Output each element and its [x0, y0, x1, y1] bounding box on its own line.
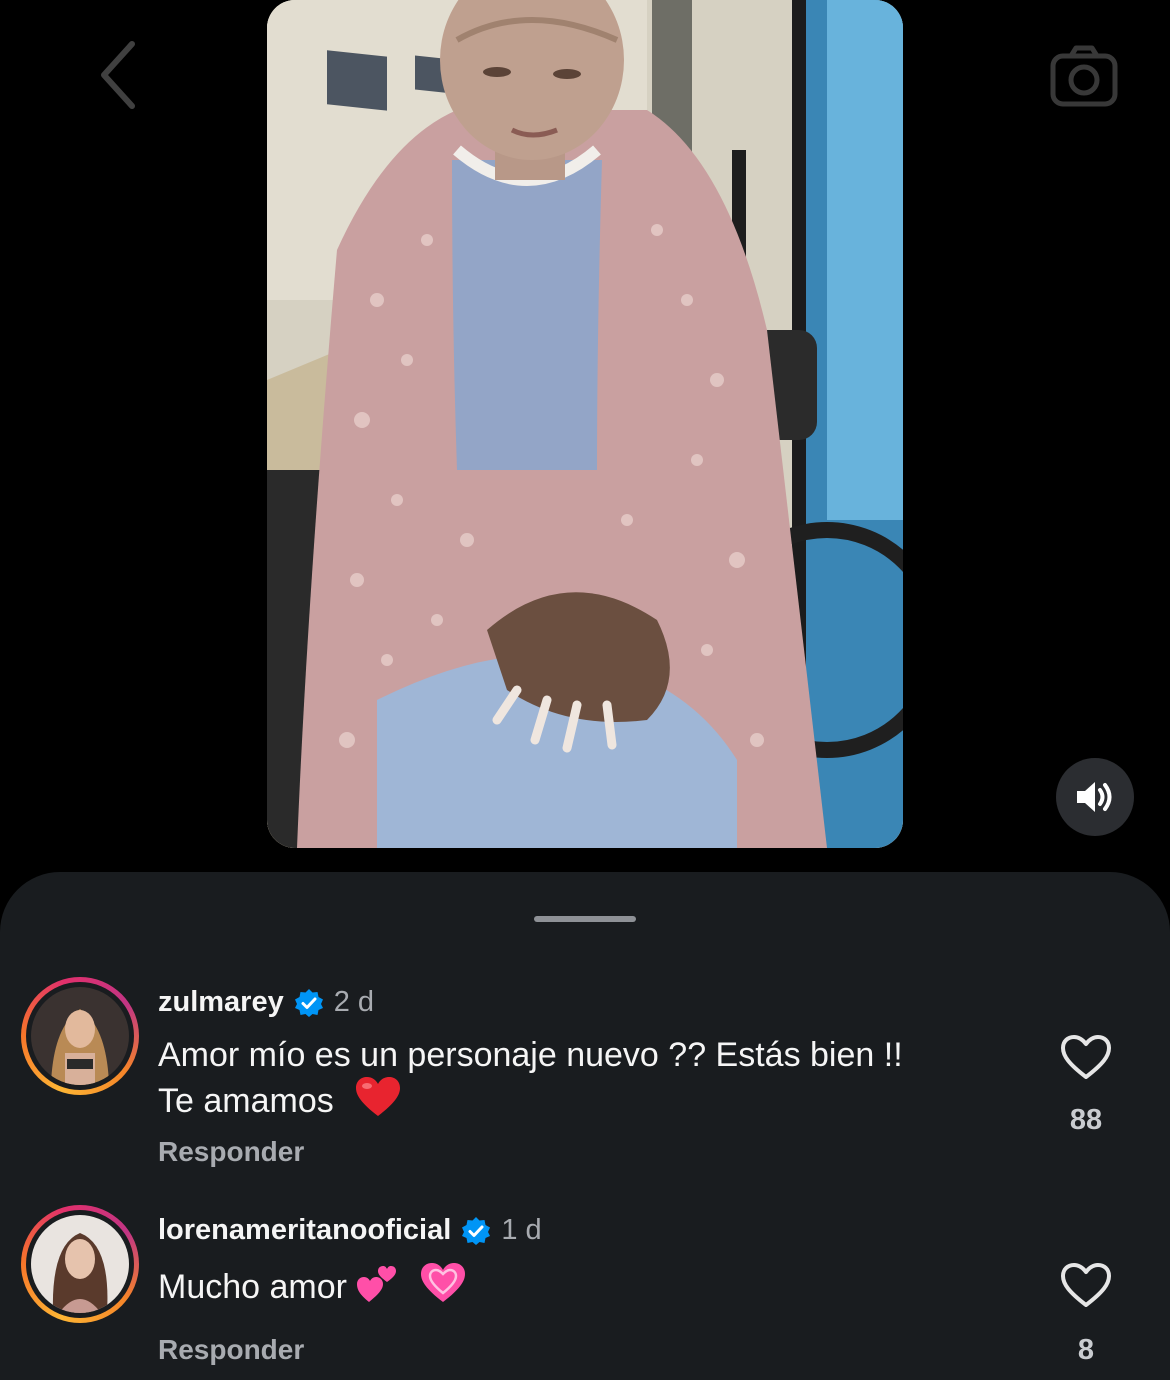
- verified-badge-icon: [462, 1216, 491, 1245]
- growing-heart-emoji-icon: [420, 1262, 466, 1314]
- back-button[interactable]: [88, 40, 148, 110]
- reply-button[interactable]: Responder: [158, 1136, 304, 1168]
- comment-username[interactable]: zulmarey: [158, 986, 284, 1019]
- speaker-on-icon: [1077, 782, 1112, 812]
- avatar: [31, 1215, 129, 1313]
- like-count: 8: [1077, 1334, 1095, 1366]
- avatar-story-ring[interactable]: [21, 1205, 139, 1323]
- video-player[interactable]: [267, 0, 903, 848]
- heart-outline-icon: [1061, 1263, 1111, 1307]
- comment-text-line: Mucho amor: [158, 1268, 347, 1306]
- comment-text: Mucho amor: [158, 1262, 1018, 1314]
- comment-text-line: Amor mío es un personaje nuevo ?? Estás …: [158, 1036, 903, 1074]
- avatar: [31, 987, 129, 1085]
- two-hearts-emoji-icon: [356, 1262, 400, 1314]
- comment-text: Amor mío es un personaje nuevo ?? Estás …: [158, 1034, 1018, 1128]
- chevron-left-icon: [101, 41, 135, 109]
- comments-sheet: zulmarey 2 d Amor mío es un personaje nu…: [0, 872, 1170, 1380]
- like-button[interactable]: [1056, 1032, 1116, 1082]
- comment-time: 1 d: [501, 1214, 542, 1246]
- camera-icon: [1050, 45, 1118, 107]
- like-button[interactable]: [1056, 1260, 1116, 1310]
- comment-username[interactable]: lorenameritanooficial: [158, 1214, 451, 1247]
- verified-badge-icon: [294, 988, 323, 1017]
- red-heart-emoji-icon: [355, 1076, 401, 1128]
- reply-button[interactable]: Responder: [158, 1334, 304, 1366]
- like-count: 88: [1069, 1104, 1103, 1136]
- sheet-drag-handle[interactable]: [534, 916, 636, 922]
- heart-outline-icon: [1061, 1035, 1111, 1079]
- video-frame: [267, 0, 903, 848]
- comment-time: 2 d: [333, 986, 375, 1018]
- avatar-story-ring[interactable]: [21, 977, 139, 1095]
- comment-text-line: Te amamos: [158, 1076, 1018, 1128]
- sound-toggle-button[interactable]: [1056, 758, 1134, 836]
- comment-text-line-2: Te amamos: [158, 1082, 334, 1120]
- camera-button[interactable]: [1044, 36, 1124, 116]
